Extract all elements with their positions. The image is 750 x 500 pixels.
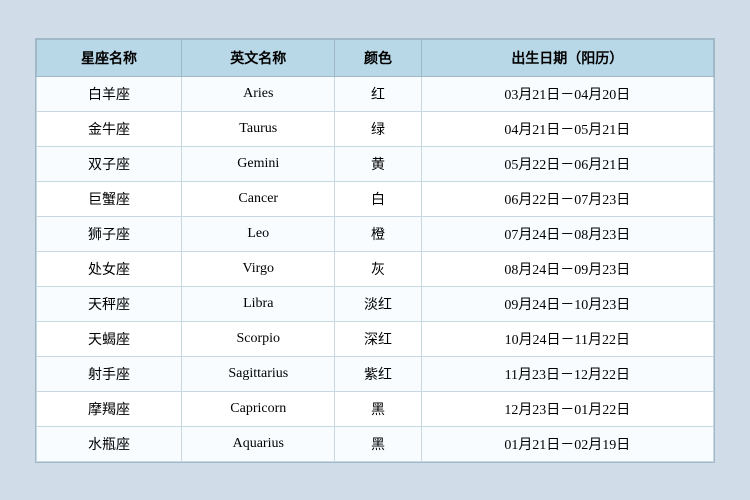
cell-dates: 09月24日－10月23日 [421,286,713,321]
cell-color: 紫红 [335,356,421,391]
table-row: 双子座Gemini黄05月22日－06月21日 [37,146,714,181]
table-row: 狮子座Leo橙07月24日－08月23日 [37,216,714,251]
cell-chinese-name: 巨蟹座 [37,181,182,216]
cell-color: 深红 [335,321,421,356]
table-row: 巨蟹座Cancer白06月22日－07月23日 [37,181,714,216]
cell-chinese-name: 白羊座 [37,76,182,111]
cell-color: 淡红 [335,286,421,321]
cell-chinese-name: 摩羯座 [37,391,182,426]
table-row: 水瓶座Aquarius黑01月21日－02月19日 [37,426,714,461]
table-body: 白羊座Aries红03月21日－04月20日金牛座Taurus绿04月21日－0… [37,76,714,461]
zodiac-table-wrapper: 星座名称 英文名称 颜色 出生日期（阳历） 白羊座Aries红03月21日－04… [35,38,715,463]
cell-dates: 08月24日－09月23日 [421,251,713,286]
table-row: 白羊座Aries红03月21日－04月20日 [37,76,714,111]
header-english-name: 英文名称 [182,39,335,76]
cell-dates: 04月21日－05月21日 [421,111,713,146]
cell-english-name: Virgo [182,251,335,286]
header-dates: 出生日期（阳历） [421,39,713,76]
header-chinese-name: 星座名称 [37,39,182,76]
table-row: 射手座Sagittarius紫红11月23日－12月22日 [37,356,714,391]
cell-english-name: Capricorn [182,391,335,426]
cell-color: 橙 [335,216,421,251]
cell-color: 绿 [335,111,421,146]
cell-english-name: Leo [182,216,335,251]
cell-chinese-name: 射手座 [37,356,182,391]
cell-chinese-name: 金牛座 [37,111,182,146]
table-row: 金牛座Taurus绿04月21日－05月21日 [37,111,714,146]
cell-color: 黑 [335,426,421,461]
cell-chinese-name: 双子座 [37,146,182,181]
cell-dates: 07月24日－08月23日 [421,216,713,251]
cell-color: 红 [335,76,421,111]
cell-english-name: Aquarius [182,426,335,461]
cell-chinese-name: 水瓶座 [37,426,182,461]
cell-english-name: Sagittarius [182,356,335,391]
cell-dates: 03月21日－04月20日 [421,76,713,111]
cell-dates: 12月23日－01月22日 [421,391,713,426]
zodiac-table: 星座名称 英文名称 颜色 出生日期（阳历） 白羊座Aries红03月21日－04… [36,39,714,462]
table-row: 摩羯座Capricorn黑12月23日－01月22日 [37,391,714,426]
cell-english-name: Libra [182,286,335,321]
cell-dates: 10月24日－11月22日 [421,321,713,356]
cell-english-name: Gemini [182,146,335,181]
table-row: 处女座Virgo灰08月24日－09月23日 [37,251,714,286]
cell-chinese-name: 天秤座 [37,286,182,321]
cell-dates: 11月23日－12月22日 [421,356,713,391]
table-header-row: 星座名称 英文名称 颜色 出生日期（阳历） [37,39,714,76]
cell-chinese-name: 狮子座 [37,216,182,251]
cell-dates: 05月22日－06月21日 [421,146,713,181]
cell-color: 黑 [335,391,421,426]
cell-english-name: Aries [182,76,335,111]
cell-english-name: Cancer [182,181,335,216]
cell-english-name: Scorpio [182,321,335,356]
cell-dates: 06月22日－07月23日 [421,181,713,216]
cell-chinese-name: 处女座 [37,251,182,286]
cell-english-name: Taurus [182,111,335,146]
cell-chinese-name: 天蝎座 [37,321,182,356]
cell-color: 黄 [335,146,421,181]
header-color: 颜色 [335,39,421,76]
cell-color: 白 [335,181,421,216]
table-row: 天秤座Libra淡红09月24日－10月23日 [37,286,714,321]
cell-dates: 01月21日－02月19日 [421,426,713,461]
cell-color: 灰 [335,251,421,286]
table-row: 天蝎座Scorpio深红10月24日－11月22日 [37,321,714,356]
